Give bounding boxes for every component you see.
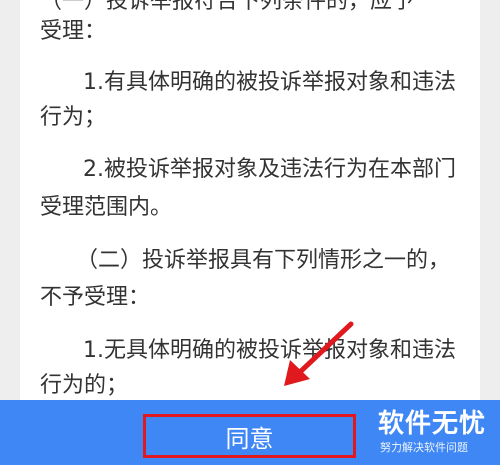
watermark-title: 软件无忧 [378,409,487,439]
red-arrow-icon [284,321,354,386]
watermark-subtitle: 努力解决软件问题 [380,441,468,454]
watermark-logo: 软件无忧 努力解决软件问题 [378,403,494,459]
